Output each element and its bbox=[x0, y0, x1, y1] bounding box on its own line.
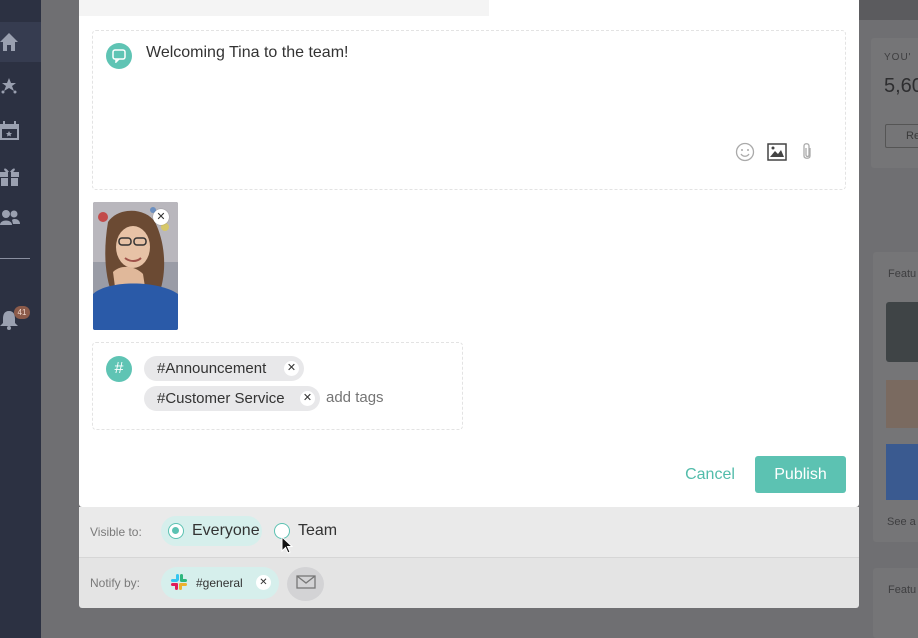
tags-box: # #Announcement ✕ #Customer Service ✕ bbox=[92, 342, 463, 430]
publish-button[interactable]: Publish bbox=[755, 456, 846, 493]
notify-row: Notify by: #general ✕ bbox=[79, 557, 859, 608]
composer-body: Welcoming Tina to the team! ✕ # #Announc… bbox=[79, 0, 859, 507]
background-topbar bbox=[859, 0, 918, 20]
slack-icon bbox=[170, 573, 188, 594]
featured-see-all-link: See a bbox=[887, 516, 916, 528]
notification-count-badge: 41 bbox=[14, 306, 30, 319]
background-points-card: YOU' 5,60 Re bbox=[871, 38, 918, 168]
points-card-value: 5,60 bbox=[884, 75, 918, 97]
mail-icon bbox=[295, 574, 316, 594]
left-sidebar: 41 bbox=[0, 0, 41, 638]
visibility-option-label: Team bbox=[298, 522, 338, 539]
nav-events[interactable] bbox=[0, 111, 41, 151]
users-icon bbox=[0, 208, 22, 228]
points-card-button: Re bbox=[885, 124, 918, 148]
nav-rewards[interactable] bbox=[0, 156, 41, 196]
background-featured-card-2: Featu bbox=[873, 568, 918, 638]
featured-thumb bbox=[886, 302, 918, 362]
nav-home[interactable] bbox=[0, 22, 41, 62]
stars-icon bbox=[0, 76, 22, 96]
slack-channel-chip[interactable]: #general ✕ bbox=[161, 567, 279, 599]
visibility-label: Visible to: bbox=[90, 525, 142, 539]
tag-label: #Customer Service bbox=[157, 390, 285, 407]
message-box[interactable]: Welcoming Tina to the team! bbox=[92, 30, 846, 190]
nav-recognition[interactable] bbox=[0, 66, 41, 106]
sidebar-divider bbox=[0, 258, 30, 259]
nav-people[interactable] bbox=[0, 198, 41, 238]
attachment-icon[interactable] bbox=[799, 142, 815, 167]
mouse-cursor bbox=[281, 535, 294, 559]
tag-label: #Announcement bbox=[157, 360, 267, 377]
featured-thumb bbox=[886, 444, 918, 500]
tag-chip[interactable]: #Customer Service ✕ bbox=[144, 386, 320, 411]
slack-channel-label: #general bbox=[196, 576, 243, 590]
visibility-option-everyone[interactable]: Everyone bbox=[161, 516, 262, 546]
post-composer-modal: Welcoming Tina to the team! ✕ # #Announc… bbox=[79, 0, 859, 608]
message-tools bbox=[735, 142, 815, 167]
background-featured-card: Featu See a bbox=[873, 252, 918, 542]
visibility-row: Visible to: Everyone Team bbox=[79, 507, 859, 557]
remove-tag-button[interactable]: ✕ bbox=[284, 361, 299, 376]
notify-label: Notify by: bbox=[90, 576, 141, 590]
home-icon bbox=[0, 32, 22, 52]
hashtag-icon: # bbox=[106, 356, 132, 382]
points-card-label: YOU' bbox=[884, 52, 912, 63]
remove-tag-button[interactable]: ✕ bbox=[300, 391, 315, 406]
featured-card-title: Featu bbox=[888, 268, 917, 280]
calendar-icon bbox=[0, 121, 22, 141]
emoji-icon[interactable] bbox=[735, 142, 755, 167]
comment-icon bbox=[106, 43, 132, 69]
radio-button[interactable] bbox=[168, 523, 184, 539]
email-notify-button[interactable] bbox=[287, 567, 324, 601]
composer-top-strip bbox=[79, 0, 489, 16]
featured-card-title: Featu bbox=[888, 584, 917, 596]
visibility-option-label: Everyone bbox=[192, 522, 260, 539]
image-icon[interactable] bbox=[767, 143, 787, 166]
add-tags-input[interactable] bbox=[326, 389, 446, 406]
tag-chip[interactable]: #Announcement ✕ bbox=[144, 356, 304, 381]
cancel-button[interactable]: Cancel bbox=[674, 456, 746, 493]
remove-photo-button[interactable]: ✕ bbox=[153, 209, 169, 225]
message-text[interactable]: Welcoming Tina to the team! bbox=[146, 44, 348, 62]
gift-icon bbox=[0, 166, 22, 186]
remove-channel-button[interactable]: ✕ bbox=[256, 575, 271, 590]
featured-thumb bbox=[886, 380, 918, 428]
